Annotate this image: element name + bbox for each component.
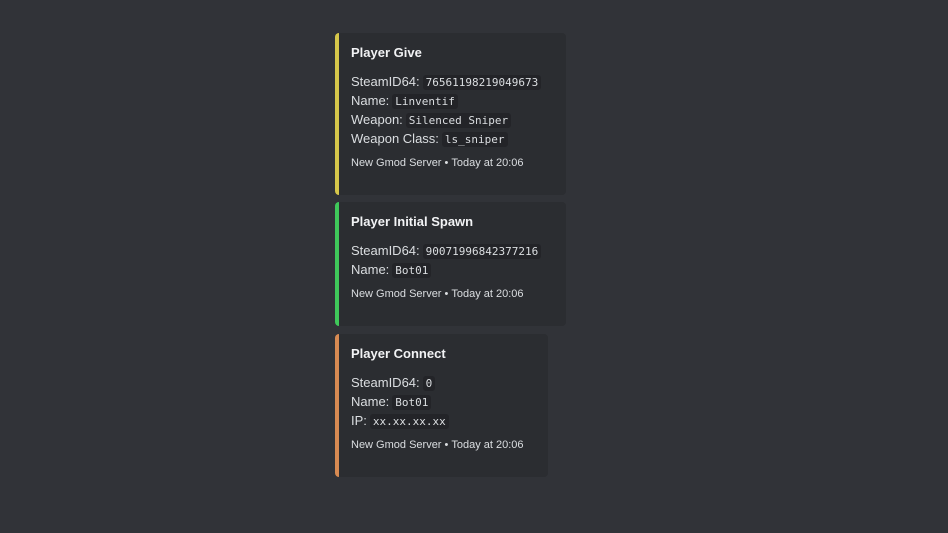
- footer-separator: •: [444, 439, 449, 451]
- embed-title: Player Give: [351, 45, 422, 60]
- field-value: 90071996842377216: [422, 244, 542, 259]
- field-value: Bot01: [392, 395, 432, 410]
- embed-footer: New Gmod Server • Today at 20:06: [351, 155, 550, 171]
- field-label: Weapon Class:: [351, 131, 439, 146]
- field-steamid: SteamID64: 0: [351, 373, 532, 392]
- field-value: Silenced Sniper: [405, 113, 512, 128]
- embed-title: Player Initial Spawn: [351, 214, 474, 229]
- footer-separator: •: [444, 157, 449, 169]
- embed-title: Player Connect: [351, 346, 446, 361]
- embed-player-initial-spawn: Player Initial Spawn SteamID64: 900719968…: [335, 202, 566, 326]
- field-label: SteamID64:: [351, 243, 420, 258]
- footer-timestamp: Today at 20:06: [451, 439, 524, 451]
- embed-footer: New Gmod Server • Today at 20:06: [351, 286, 550, 302]
- field-label: Name:: [351, 394, 390, 409]
- footer-server: New Gmod Server: [351, 439, 442, 451]
- field-steamid: SteamID64: 76561198219049673: [351, 72, 550, 91]
- footer-timestamp: Today at 20:06: [451, 157, 524, 169]
- footer-server: New Gmod Server: [351, 288, 442, 300]
- field-label: Name:: [351, 93, 390, 108]
- field-label: SteamID64:: [351, 375, 420, 390]
- field-value: Bot01: [392, 263, 432, 278]
- field-name: Name: Bot01: [351, 392, 532, 411]
- embed-player-give: Player Give SteamID64: 76561198219049673 …: [335, 33, 566, 195]
- field-label: SteamID64:: [351, 74, 420, 89]
- embed-player-connect: Player Connect SteamID64: 0 Name: Bot01 IP…: [335, 334, 548, 477]
- field-name: Name: Linventif: [351, 91, 550, 110]
- field-label: IP:: [351, 413, 367, 428]
- field-value: xx.xx.xx.xx: [369, 414, 449, 429]
- footer-separator: •: [444, 288, 449, 300]
- field-name: Name: Bot01: [351, 260, 550, 279]
- field-value: Linventif: [392, 94, 458, 109]
- embed-footer: New Gmod Server • Today at 20:06: [351, 437, 532, 453]
- field-ip: IP: xx.xx.xx.xx: [351, 411, 532, 430]
- field-value: 76561198219049673: [422, 75, 542, 90]
- field-steamid: SteamID64: 90071996842377216: [351, 241, 550, 260]
- field-label: Name:: [351, 262, 390, 277]
- field-value: 0: [422, 376, 436, 391]
- field-weapon: Weapon: Silenced Sniper: [351, 110, 550, 129]
- field-value: ls_sniper: [441, 132, 508, 147]
- field-label: Weapon:: [351, 112, 403, 127]
- footer-server: New Gmod Server: [351, 157, 442, 169]
- field-weapon-class: Weapon Class: ls_sniper: [351, 129, 550, 148]
- footer-timestamp: Today at 20:06: [451, 288, 524, 300]
